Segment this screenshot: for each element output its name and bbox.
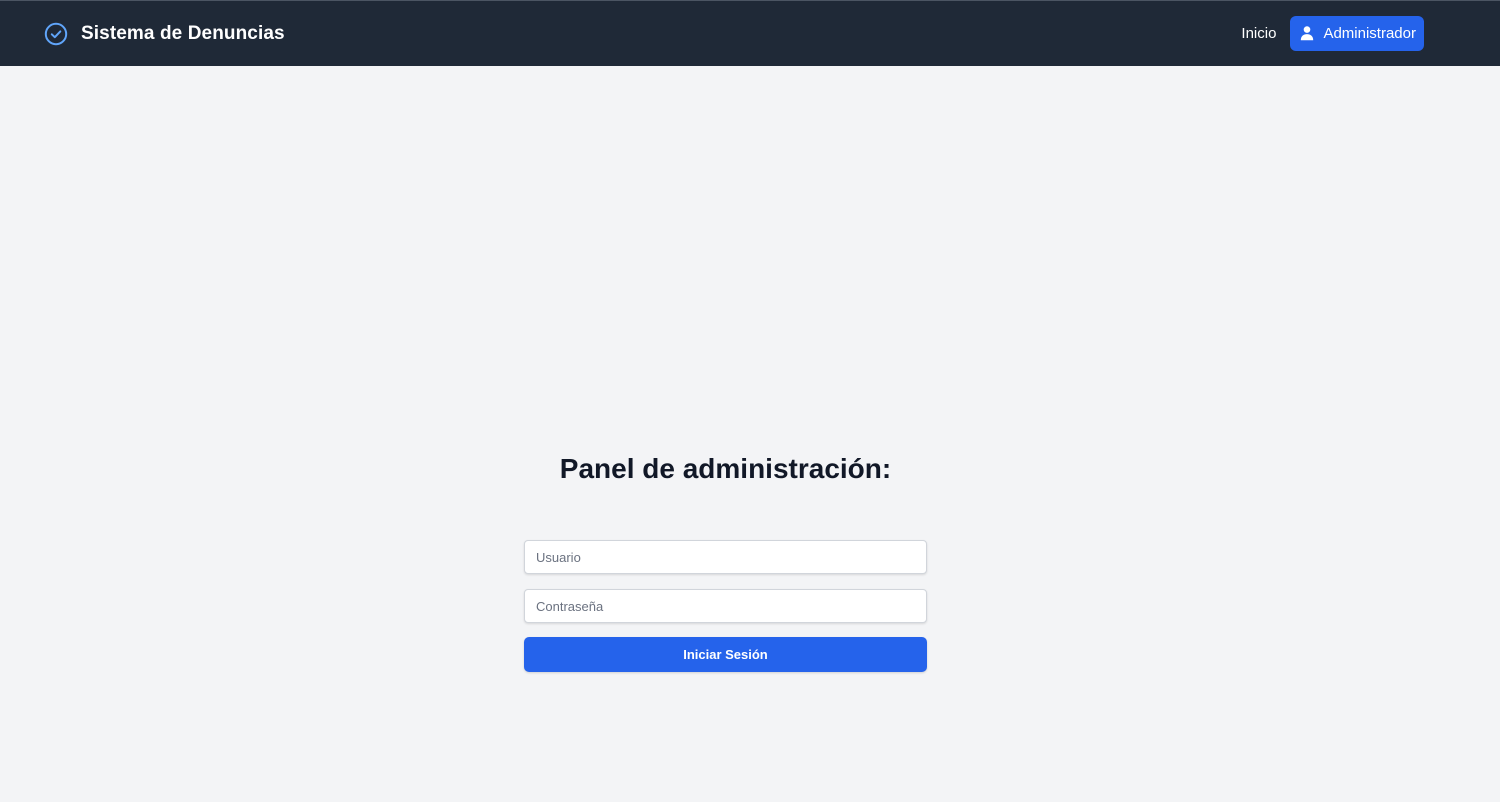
user-icon — [1301, 26, 1314, 41]
admin-button-label: Administrador — [1323, 24, 1416, 42]
admin-button[interactable]: Administrador — [1290, 15, 1424, 51]
login-button[interactable]: Iniciar Sesión — [524, 637, 927, 672]
top-navbar: Sistema de Denuncias Inicio Administrado… — [0, 0, 1500, 66]
brand-title: Sistema de Denuncias — [81, 23, 285, 44]
page-title: Panel de administración: — [559, 453, 892, 484]
brand[interactable]: Sistema de Denuncias — [44, 21, 285, 47]
nav-link-home[interactable]: Inicio — [1241, 25, 1276, 42]
nav-menu: Inicio Administrador — [1241, 15, 1424, 51]
login-form: Iniciar Sesión — [524, 540, 927, 672]
password-input[interactable] — [524, 589, 927, 623]
check-circle-icon — [44, 22, 68, 46]
username-input[interactable] — [524, 540, 927, 574]
